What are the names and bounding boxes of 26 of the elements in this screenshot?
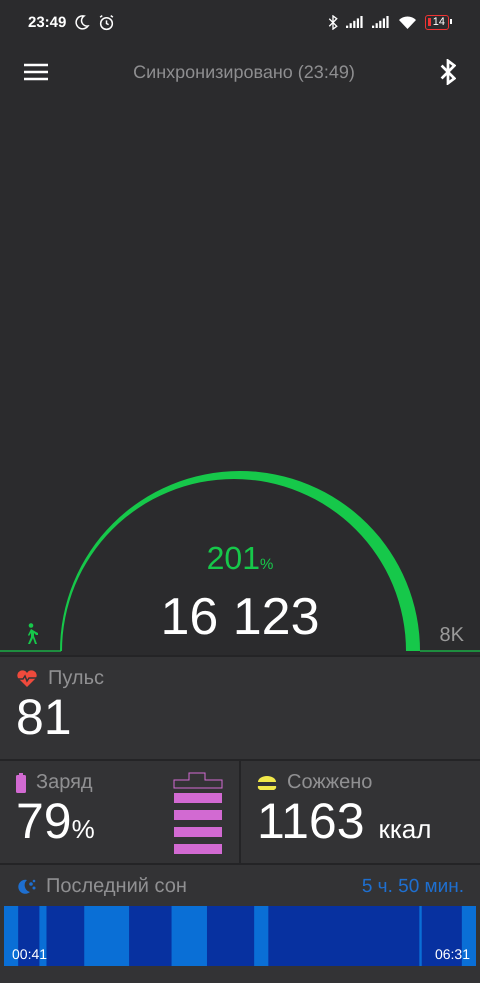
signal-icon — [346, 16, 364, 28]
status-time: 23:49 — [28, 14, 66, 30]
battery-indicator: 14 — [424, 14, 449, 30]
signal-icon — [372, 16, 390, 28]
heart-pulse-icon — [16, 670, 38, 688]
sleep-duration: 5 ч. 50 мин. — [362, 876, 464, 898]
pulse-value: 81 — [16, 690, 73, 745]
moon-icon — [74, 14, 90, 30]
pulse-label: Пульс — [48, 667, 104, 690]
battery-icon — [16, 772, 26, 792]
steps-count: 16 123 — [160, 587, 320, 647]
burned-value: 1163 ккал — [257, 794, 432, 849]
charge-label: Заряд — [36, 771, 93, 794]
steps-percent: 201% — [206, 540, 274, 577]
sleep-end-time: 06:31 — [434, 946, 470, 962]
burned-label: Сожжено — [287, 771, 372, 794]
sync-status: Синхронизировано (23:49) — [132, 62, 356, 82]
sleep-icon — [16, 878, 36, 896]
steps-goal: 8K — [440, 624, 464, 647]
sleep-start-time: 00:41 — [12, 946, 48, 962]
burger-icon — [257, 774, 277, 790]
sleep-label: Последний сон — [46, 875, 187, 898]
wifi-icon — [398, 15, 417, 29]
charge-value: 79% — [16, 793, 95, 849]
alarm-icon — [98, 14, 116, 30]
bluetooth-icon — [328, 14, 338, 30]
